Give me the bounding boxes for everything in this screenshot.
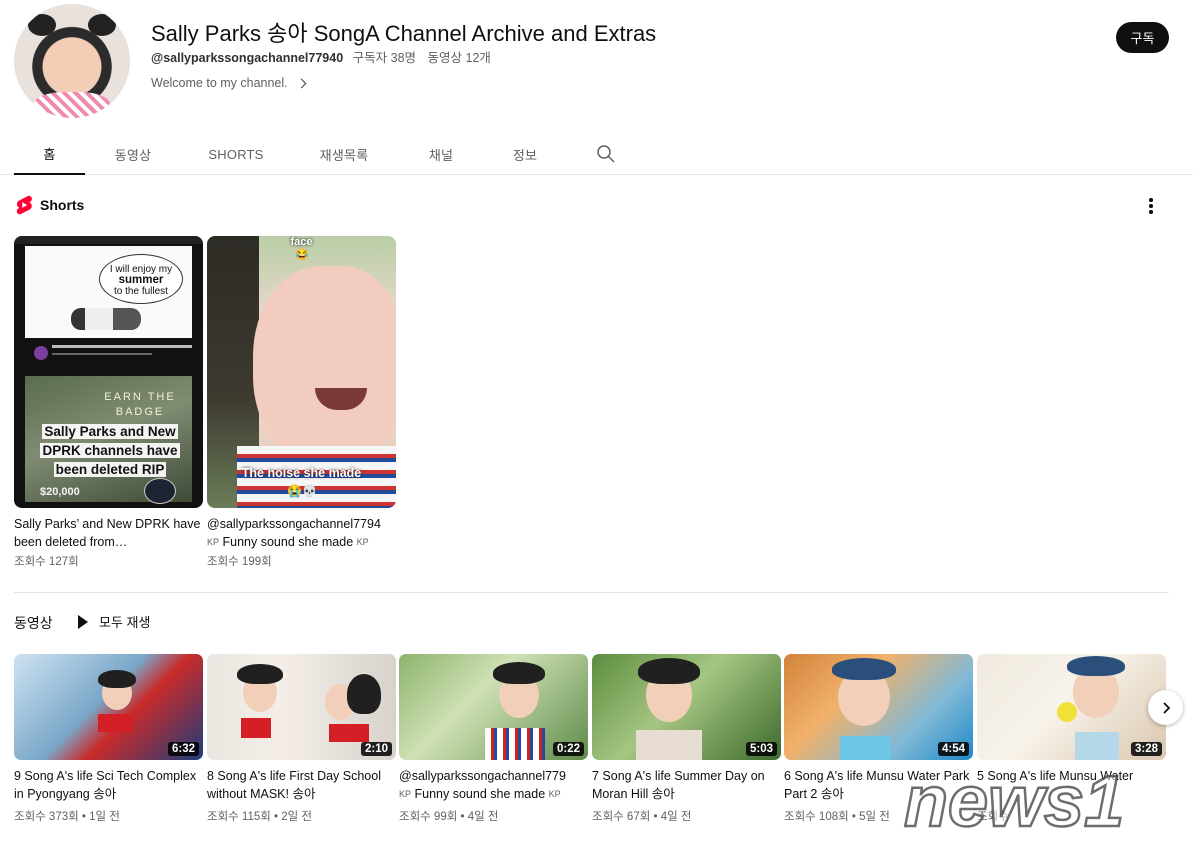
video-item[interactable]: 2:10 8 Song A's life First Day School wi… — [207, 654, 396, 824]
video-thumbnail[interactable]: 6:32 — [14, 654, 203, 760]
subscriber-count: 구독자 38명 — [352, 51, 417, 65]
video-thumbnail[interactable]: 5:03 — [592, 654, 781, 760]
tab-home[interactable]: 홈 — [14, 134, 85, 175]
section-divider — [14, 592, 1169, 593]
video-duration: 0:22 — [552, 742, 584, 756]
video-item[interactable]: 6:32 9 Song A's life Sci Tech Complex in… — [14, 654, 203, 824]
video-title[interactable]: @sallyparkssongachannel779 KP Funny soun… — [399, 767, 588, 803]
video-title[interactable]: 7 Song A's life Summer Day on Moran Hill… — [592, 767, 781, 803]
channel-description-text: Welcome to my channel. — [151, 76, 288, 90]
tab-about[interactable]: 정보 — [500, 134, 550, 175]
tab-videos[interactable]: 동영상 — [103, 134, 163, 175]
short-thumbnail[interactable]: face 😂 The noise she made 😭💀 — [207, 236, 396, 508]
video-duration: 5:03 — [745, 742, 777, 756]
channel-title: Sally Parks 송아 SongA Channel Archive and… — [151, 21, 657, 46]
video-meta: 조회수 99회 • 4일 전 — [399, 811, 499, 823]
video-duration: 6:32 — [167, 742, 199, 756]
short-title[interactable]: Sally Parks’ and New DPRK have been dele… — [14, 515, 203, 551]
short-title[interactable]: @sallyparkssongachannel7794 KP Funny sou… — [207, 515, 396, 551]
short-views: 조회수 127회 — [14, 556, 79, 568]
shorts-section-title: Shorts — [40, 197, 85, 213]
video-thumbnail[interactable]: 3:28 — [977, 654, 1166, 760]
search-icon[interactable] — [596, 144, 616, 164]
channel-header: Sally Parks 송아 SongA Channel Archive and… — [0, 0, 1193, 130]
video-duration: 4:54 — [937, 742, 969, 756]
video-thumbnail[interactable]: 2:10 — [207, 654, 396, 760]
channel-tabs: 홈 동영상 SHORTS 재생목록 채널 정보 — [0, 134, 1193, 175]
tab-shorts[interactable]: SHORTS — [200, 134, 272, 175]
news1-watermark: news1 — [903, 761, 1126, 844]
video-count: 동영상 12개 — [427, 51, 491, 65]
more-vert-icon[interactable] — [1141, 196, 1161, 216]
channel-handle: @sallyparkssongachannel77940 — [151, 51, 344, 65]
thumbnail-caption: The noise she made — [241, 466, 362, 480]
video-duration: 2:10 — [360, 742, 392, 756]
carousel-next-button[interactable] — [1148, 690, 1183, 725]
watermark-text: news1 — [904, 762, 1124, 842]
video-duration: 3:28 — [1130, 742, 1162, 756]
channel-description[interactable]: Welcome to my channel. — [151, 76, 307, 90]
video-thumbnail[interactable]: 0:22 — [399, 654, 588, 760]
shorts-section-header: Shorts — [16, 195, 84, 215]
thumbnail-bubble: I will enjoy my summer to the fullest — [99, 254, 183, 304]
video-item[interactable]: 5:03 7 Song A's life Summer Day on Moran… — [592, 654, 781, 824]
tab-playlists[interactable]: 재생목록 — [308, 134, 380, 175]
subscribe-button[interactable]: 구독 — [1116, 22, 1169, 53]
channel-avatar[interactable] — [14, 4, 130, 118]
play-icon — [78, 614, 88, 629]
short-item[interactable]: I will enjoy my summer to the fullest EA… — [14, 236, 203, 569]
thumbnail-earn-text: EARN THE BADGE — [104, 391, 176, 418]
thumbnail-top-text: face — [290, 236, 313, 248]
videos-section-title[interactable]: 동영상 — [14, 613, 53, 633]
video-thumbnail[interactable]: 4:54 — [784, 654, 973, 760]
thumbnail-caption: Sally Parks and New DPRK channels have b… — [40, 424, 180, 477]
patrol-badge — [144, 478, 176, 504]
video-meta: 조회수 373회 • 1일 전 — [14, 811, 120, 823]
video-meta: 조회수 115회 • 2일 전 — [207, 811, 313, 823]
video-meta: 조회수 67회 • 4일 전 — [592, 811, 692, 823]
chevron-right-icon — [1162, 701, 1170, 714]
shorts-logo-icon — [16, 195, 32, 215]
skull-emoji-icon: 😭💀 — [287, 484, 317, 498]
video-title[interactable]: 9 Song A's life Sci Tech Complex in Pyon… — [14, 767, 203, 803]
play-all-button[interactable]: 모두 재생 — [78, 612, 150, 631]
short-thumbnail[interactable]: I will enjoy my summer to the fullest EA… — [14, 236, 203, 508]
short-views: 조회수 199회 — [207, 556, 272, 568]
chevron-right-icon — [296, 78, 307, 88]
video-title[interactable]: 8 Song A's life First Day School without… — [207, 767, 396, 803]
thumbnail-money: $20,000 — [40, 486, 80, 498]
tab-channels[interactable]: 채널 — [416, 134, 466, 175]
laughing-emoji-icon: 😂 — [295, 249, 309, 261]
short-item[interactable]: face 😂 The noise she made 😭💀 @sallyparks… — [207, 236, 396, 569]
video-item[interactable]: 0:22 @sallyparkssongachannel779 KP Funny… — [399, 654, 588, 824]
channel-meta: @sallyparkssongachannel77940 구독자 38명 동영상… — [151, 47, 491, 66]
